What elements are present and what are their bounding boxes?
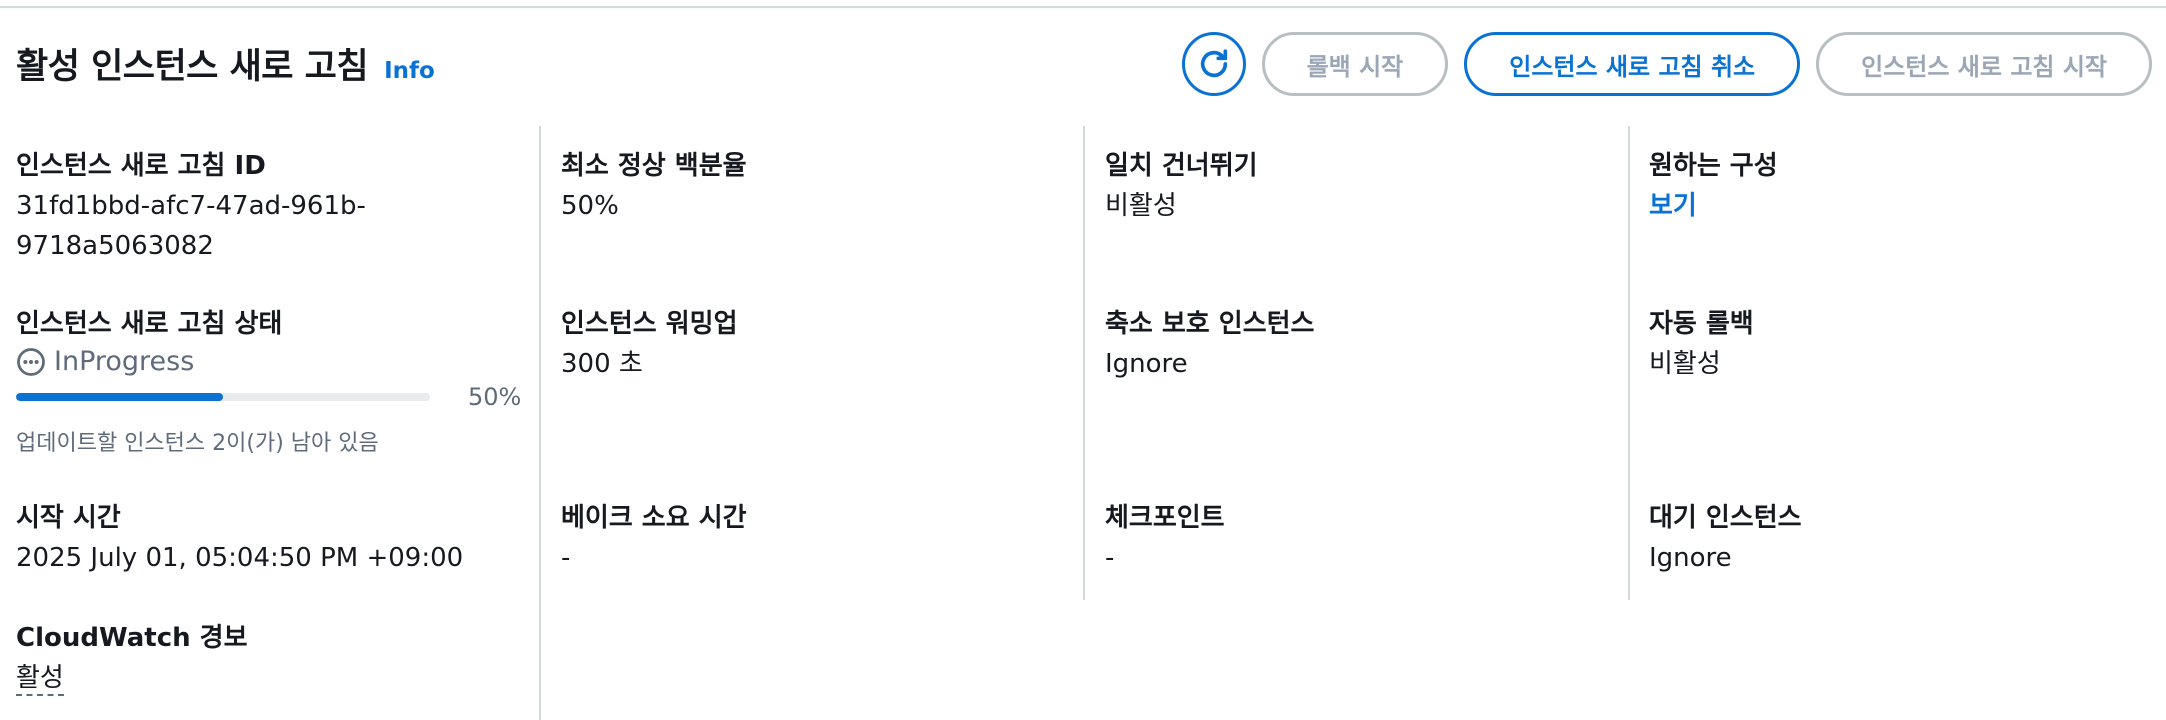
scale-in-protected-label: 축소 보호 인스턴스 [1105,309,1315,339]
instance-warmup-label: 인스턴스 워밍업 [561,309,738,339]
checkpoint-label: 체크포인트 [1105,503,1225,533]
start-time-label: 시작 시간 [16,503,121,533]
bake-time-value: - [561,543,571,573]
start-instance-refresh-button[interactable]: 인스턴스 새로 고침 시작 [1816,32,2152,96]
bake-time-label: 베이크 소요 시간 [561,503,747,533]
status-indicator: InProgress [16,346,521,377]
start-time-value: 2025 July 01, 05:04:50 PM +09:00 [16,543,464,573]
progress-percent: 50% [468,383,522,411]
page-header: 활성 인스턴스 새로 고침 Info [16,38,435,89]
in-progress-icon [17,347,45,376]
refresh-status-label: 인스턴스 새로 고침 상태 [16,309,283,339]
cancel-instance-refresh-button[interactable]: 인스턴스 새로 고침 취소 [1464,32,1801,96]
top-divider [0,0,2166,8]
start-time-field: 시작 시간 2025 July 01, 05:04:50 PM +09:00 [16,500,463,578]
standby-instances-value: Ignore [1649,543,1732,573]
status-value: InProgress [54,346,195,377]
desired-config-label: 원하는 구성 [1649,151,1778,181]
skip-matching-field: 일치 건너뛰기 비활성 [1105,148,1258,226]
column-divider [539,126,541,720]
refresh-button[interactable] [1181,32,1246,96]
auto-rollback-value: 비활성 [1649,349,1721,379]
skip-matching-value: 비활성 [1105,191,1177,221]
progress-bar: 50% [16,383,521,411]
refresh-id-label: 인스턴스 새로 고침 ID [16,151,266,181]
action-bar: 롤백 시작 인스턴스 새로 고침 취소 인스턴스 새로 고침 시작 [1181,32,2152,96]
scale-in-protected-field: 축소 보호 인스턴스 Ignore [1105,306,1314,384]
bake-time-field: 베이크 소요 시간 - [561,500,747,578]
desired-config-view-link[interactable]: 보기 [1649,186,1778,226]
refresh-icon [1200,49,1227,78]
refresh-id-value-line2: 9718a5063082 [16,231,214,261]
checkpoint-value: - [1105,543,1115,573]
skip-matching-label: 일치 건너뛰기 [1105,151,1258,181]
refresh-id-field: 인스턴스 새로 고침 ID 31fd1bbd-afc7-47ad-961b- 9… [16,148,366,266]
refresh-status-field: 인스턴스 새로 고침 상태 InProgress 50% 업데이트할 인스턴스 … [16,306,521,457]
start-rollback-button[interactable]: 롤백 시작 [1261,32,1449,96]
standby-instances-label: 대기 인스턴스 [1649,503,1802,533]
refresh-id-value-line1: 31fd1bbd-afc7-47ad-961b- [16,191,366,221]
desired-config-field: 원하는 구성 보기 [1649,148,1778,226]
min-healthy-value: 50% [561,191,619,221]
column-divider [1083,126,1085,600]
auto-rollback-field: 자동 롤백 비활성 [1649,306,1754,384]
min-healthy-field: 최소 정상 백분율 50% [561,148,747,226]
progress-track [16,393,430,401]
standby-instances-field: 대기 인스턴스 Ignore [1649,500,1802,578]
instance-warmup-value: 300 초 [561,349,643,379]
cloudwatch-alarm-value[interactable]: 활성 [16,662,64,696]
progress-fill [16,393,223,401]
scale-in-protected-value: Ignore [1105,349,1188,379]
checkpoint-field: 체크포인트 - [1105,500,1225,578]
auto-rollback-label: 자동 롤백 [1649,309,1754,339]
cloudwatch-alarm-label: CloudWatch 경보 [16,623,248,653]
page-title: 활성 인스턴스 새로 고침 [16,47,369,87]
column-divider [1628,126,1630,600]
info-link[interactable]: Info [384,58,435,84]
instance-warmup-field: 인스턴스 워밍업 300 초 [561,306,738,384]
min-healthy-label: 최소 정상 백분율 [561,151,747,181]
cloudwatch-alarm-field: CloudWatch 경보 활성 [16,620,248,698]
progress-description: 업데이트할 인스턴스 2이(가) 남아 있음 [16,431,379,456]
